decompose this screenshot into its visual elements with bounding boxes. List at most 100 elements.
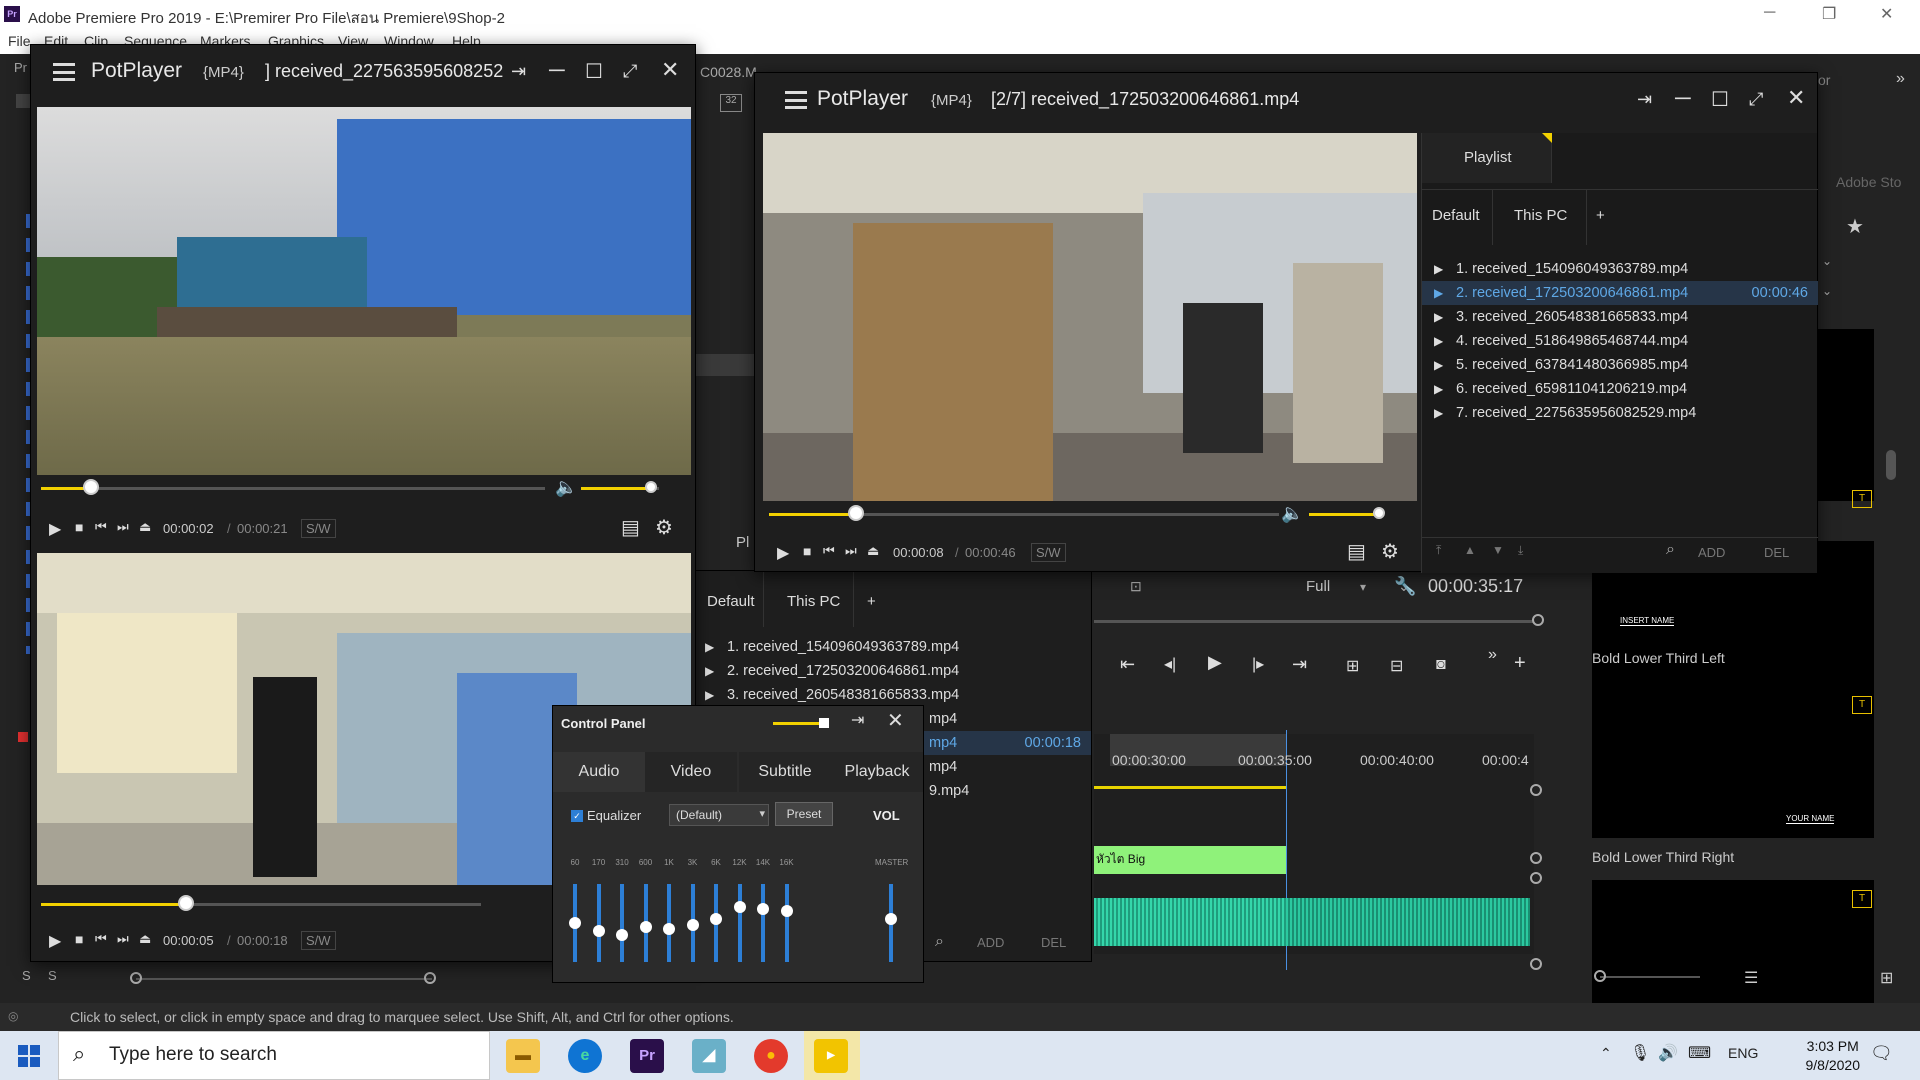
playlist-back-item[interactable]: ▶ 2. received_172503200646861.mp4 [693, 659, 1091, 683]
taskbar-search-box[interactable]: ⌕ Type here to search [58, 1031, 490, 1080]
eq-band-knob[interactable] [757, 903, 769, 915]
player1b-prev-icon[interactable]: ⏮ [95, 931, 107, 947]
player1-next-icon[interactable]: ⏭ [117, 519, 129, 535]
player1b-stop-icon[interactable]: ■ [75, 931, 83, 947]
playlist-move-bottom-icon[interactable]: ⤓ [1518, 543, 1523, 558]
player2-playlist-icon[interactable]: ▤ [1347, 539, 1366, 564]
potplayer-taskbar-icon[interactable]: ▶ [814, 1039, 848, 1073]
tab-video[interactable]: Video [645, 752, 737, 792]
fit-icon[interactable]: ⊡ [1130, 578, 1142, 595]
player1-eject-icon[interactable]: ⏏ [139, 519, 151, 535]
eq-band-slider[interactable] [620, 884, 624, 962]
minimize-icon[interactable]: ─ [1764, 4, 1775, 22]
zoom-knob-right[interactable] [424, 972, 436, 984]
restore-icon[interactable]: ❐ [1822, 4, 1836, 24]
preset-button[interactable]: Preset [775, 802, 833, 826]
playlist-move-up-icon[interactable]: ▲ [1464, 543, 1476, 557]
zoom-select-label[interactable]: Full [1306, 578, 1330, 595]
player2-close-icon[interactable]: ✕ [1787, 85, 1805, 111]
tab-playback[interactable]: Playback [831, 752, 923, 792]
thumb-size-knob[interactable] [1594, 970, 1606, 982]
adobe-stock-tab[interactable]: Adobe Sto [1836, 174, 1901, 190]
player1b-eject-icon[interactable]: ⏏ [139, 931, 151, 947]
player1-fullscreen-icon[interactable]: ⤢ [623, 61, 637, 82]
player1-minimize-icon[interactable]: ─ [549, 57, 565, 83]
player1-menu-icon[interactable] [53, 63, 75, 81]
more-controls-icon[interactable]: » [1488, 646, 1497, 664]
player1-play-icon[interactable]: ▶ [49, 519, 61, 539]
playlist-tab-thispc[interactable]: This PC [1514, 207, 1567, 224]
player2-settings-icon[interactable]: ⚙ [1381, 539, 1399, 564]
add-button-icon[interactable]: + [1514, 652, 1526, 675]
scrollbar-thumb[interactable] [1886, 450, 1896, 480]
player1-pin-icon[interactable]: ⇥ [511, 61, 526, 82]
chrome-icon[interactable]: ● [754, 1039, 788, 1073]
player1-playlist-icon[interactable]: ▤ [621, 515, 640, 540]
calendar-icon[interactable]: 32 [720, 94, 742, 112]
player1-close-icon[interactable]: ✕ [661, 57, 679, 83]
playlist-back-item[interactable]: ▶ 1. received_154096049363789.mp4 [693, 635, 1091, 659]
opacity-knob[interactable] [819, 718, 829, 728]
keyboard-icon[interactable]: ⌨ [1688, 1043, 1711, 1063]
player1-prev-icon[interactable]: ⏮ [95, 519, 107, 535]
program-scrubber[interactable] [1094, 620, 1534, 623]
control-panel-pin-icon[interactable]: ⇥ [851, 710, 864, 730]
playlist-move-down-icon[interactable]: ▼ [1492, 543, 1504, 557]
graphics-label-right[interactable]: Bold Lower Third Right [1592, 849, 1734, 865]
step-forward-icon[interactable]: |▸ [1252, 654, 1264, 674]
playlist-back-add[interactable]: ADD [977, 935, 1004, 950]
right-panel-tab[interactable]: or [1818, 72, 1830, 88]
zoom-knob-left[interactable] [130, 972, 142, 984]
dropdown-arrow-icon-2[interactable]: ⌄ [1822, 284, 1832, 298]
player2-minimize-icon[interactable]: ─ [1675, 85, 1691, 111]
equalizer-checkbox[interactable]: ✓ [571, 810, 583, 822]
player1-seek-knob[interactable] [83, 479, 99, 495]
playlist-back-tab-add[interactable]: + [867, 593, 876, 610]
opacity-slider[interactable] [773, 722, 823, 725]
graphics-label-left[interactable]: Bold Lower Third Left [1592, 650, 1725, 666]
graphics-thumb-bottom[interactable] [1592, 880, 1874, 1010]
playlist-title[interactable]: Playlist [1464, 149, 1512, 166]
eq-band-knob[interactable] [569, 917, 581, 929]
playlist-back-item[interactable]: ▶ 3. received_260548381665833.mp4 [693, 683, 1091, 707]
player1-volume-icon[interactable]: 🔈 [555, 477, 577, 498]
taskbar-clock[interactable]: 3:03 PM 9/8/2020 [1806, 1037, 1861, 1075]
chevron-up-icon[interactable]: ⌃ [1600, 1045, 1612, 1062]
player1-video[interactable] [37, 107, 691, 475]
playlist-item-selected[interactable]: ▶ 2. received_172503200646861.mp4 00:00:46 [1422, 281, 1818, 305]
mark-in-icon[interactable]: ⇤ [1120, 654, 1135, 675]
new-item-icon[interactable]: ⊞ [1880, 968, 1893, 988]
track-knob-4[interactable] [1530, 958, 1542, 970]
premiere-taskbar-icon[interactable]: Pr [630, 1039, 664, 1073]
player1-sw-badge[interactable]: S/W [301, 519, 336, 538]
player2-fullscreen-icon[interactable]: ⤢ [1749, 89, 1763, 110]
step-back-icon[interactable]: ◂| [1164, 654, 1176, 674]
playlist-search-icon[interactable]: ⌕ [1666, 541, 1675, 559]
playlist-item[interactable]: ▶ 5. received_637841480366985.mp4 [1422, 353, 1818, 377]
track-knob-1[interactable] [1530, 784, 1542, 796]
playlist-back-tab-thispc[interactable]: This PC [787, 593, 840, 610]
thumb-size-slider[interactable] [1600, 976, 1700, 978]
track-label-s2[interactable]: S [48, 968, 57, 983]
playlist-move-top-icon[interactable]: ⤒ [1436, 543, 1441, 558]
player2-maximize-icon[interactable]: ☐ [1711, 87, 1729, 112]
microphone-icon[interactable]: 🎙 [1630, 1043, 1650, 1063]
player2-play-icon[interactable]: ▶ [777, 543, 789, 563]
eq-band-knob[interactable] [663, 923, 675, 935]
extract-icon[interactable]: ⊟ [1390, 656, 1403, 676]
playlist-del-button[interactable]: DEL [1764, 545, 1789, 560]
play-program-icon[interactable]: ▶ [1208, 652, 1222, 673]
expand-panels-icon[interactable]: » [1896, 70, 1905, 88]
player1b-next-icon[interactable]: ⏭ [117, 931, 129, 947]
eq-band-knob[interactable] [733, 901, 746, 913]
player1-maximize-icon[interactable]: ☐ [585, 59, 603, 84]
playlist-item[interactable]: ▶ 6. received_659811041206219.mp4 [1422, 377, 1818, 401]
eq-band-slider[interactable] [761, 884, 765, 962]
player2-sw-badge[interactable]: S/W [1031, 543, 1066, 562]
eq-band-slider[interactable] [596, 884, 601, 962]
player1-stop-icon[interactable]: ■ [75, 519, 83, 535]
dropdown-arrow-icon[interactable]: ⌄ [1822, 254, 1832, 268]
playlist-tab-default[interactable]: Default [1432, 207, 1480, 224]
clip-tab-label[interactable]: C0028.M [700, 64, 757, 80]
playlist-item[interactable]: ▶ 3. received_260548381665833.mp4 [1422, 305, 1818, 329]
